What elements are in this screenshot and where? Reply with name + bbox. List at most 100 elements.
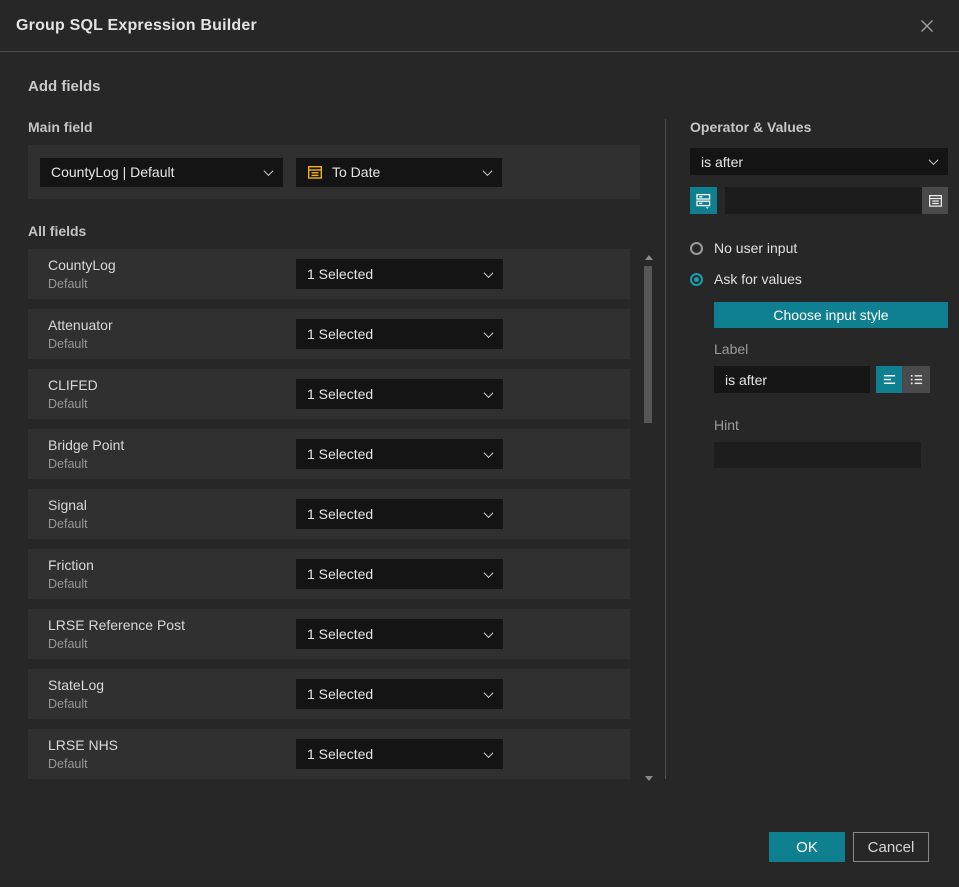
dialog-titlebar: Group SQL Expression Builder [0,0,959,52]
ask-for-values-option[interactable]: Ask for values [690,271,948,287]
operator-select-value: is after [701,153,744,170]
field-row[interactable]: CountyLog Default 1 Selected [28,249,630,299]
chevron-down-icon [483,327,494,338]
main-field-panel: CountyLog | Default To Date [28,145,640,199]
radio-unselected-icon[interactable] [690,241,703,255]
hint-heading: Hint [714,417,739,433]
field-selection-select[interactable]: 1 Selected [296,499,503,529]
ok-button[interactable]: OK [769,832,845,862]
multiple-values-style-button[interactable] [902,366,930,393]
no-user-input-label: No user input [714,240,798,256]
date-picker-button[interactable] [922,187,948,214]
operator-values-panel: Operator & Values is after No user input… [665,119,948,779]
field-subtitle: Default [48,517,88,531]
dialog-body: Add fields Main field CountyLog | Defaul… [0,52,959,781]
field-subtitle: Default [48,697,88,711]
stacked-values-button[interactable] [690,187,717,214]
field-row-text: Signal Default [48,497,88,531]
field-selection-select[interactable]: 1 Selected [296,619,503,649]
field-selection-value: 1 Selected [307,506,374,522]
hint-input[interactable] [714,442,921,468]
scrollbar-up-arrow-icon[interactable] [645,255,653,260]
value-input-row [690,187,948,214]
field-name: Friction [48,557,94,573]
main-field-select-value: CountyLog | Default [51,164,175,180]
field-selection-value: 1 Selected [307,386,374,402]
field-row[interactable]: LRSE Reference Post Default 1 Selected [28,609,630,659]
field-subtitle: Default [48,757,88,771]
scrollbar-thumb[interactable] [644,266,652,423]
field-row[interactable]: LRSE NHS Default 1 Selected [28,729,630,779]
no-user-input-option[interactable]: No user input [690,240,948,256]
label-heading: Label [714,341,749,357]
label-input-row [714,366,948,393]
main-field-heading: Main field [28,119,93,135]
fields-column: Main field CountyLog | Default To Date A… [28,119,665,781]
calendar-icon [928,193,943,208]
dialog-footer: OK Cancel [769,832,929,862]
field-selection-select[interactable]: 1 Selected [296,259,503,289]
operator-select[interactable]: is after [690,148,948,175]
field-subtitle: Default [48,577,88,591]
align-left-icon [882,372,897,387]
field-subtitle: Default [48,637,88,651]
field-name: StateLog [48,677,105,693]
field-row[interactable]: CLIFED Default 1 Selected [28,369,630,419]
add-fields-heading: Add fields [28,78,101,95]
field-row[interactable]: Friction Default 1 Selected [28,549,630,599]
field-selection-select[interactable]: 1 Selected [296,319,503,349]
field-selection-value: 1 Selected [307,686,374,702]
field-row-text: Friction Default [48,557,94,591]
field-row-text: LRSE Reference Post Default [48,617,185,651]
close-button[interactable] [915,14,939,38]
field-name: CLIFED [48,377,98,393]
field-row[interactable]: Signal Default 1 Selected [28,489,630,539]
field-selection-value: 1 Selected [307,566,374,582]
field-subtitle: Default [48,277,88,291]
field-name: Attenuator [48,317,113,333]
field-selection-select[interactable]: 1 Selected [296,739,503,769]
radio-selected-icon[interactable] [690,272,703,286]
field-row[interactable]: Bridge Point Default 1 Selected [28,429,630,479]
field-row[interactable]: StateLog Default 1 Selected [28,669,630,719]
field-row-text: CountyLog Default [48,257,116,291]
scrollbar-down-arrow-icon[interactable] [645,776,653,781]
calendar-icon [307,164,323,180]
chevron-down-icon [928,155,939,166]
field-row-text: Attenuator Default [48,317,113,351]
main-date-select[interactable]: To Date [296,157,502,187]
field-selection-select[interactable]: 1 Selected [296,679,503,709]
operator-values-heading: Operator & Values [690,119,812,135]
main-field-select[interactable]: CountyLog | Default [40,157,283,187]
cancel-button[interactable]: Cancel [853,832,929,862]
field-selection-select[interactable]: 1 Selected [296,559,503,589]
chevron-down-icon [483,267,494,278]
field-row-text: Bridge Point Default [48,437,124,471]
list-scrollbar[interactable] [641,253,657,783]
chevron-down-icon [483,507,494,518]
field-selection-value: 1 Selected [307,446,374,462]
bulleted-list-icon [909,372,924,387]
field-row[interactable]: Attenuator Default 1 Selected [28,309,630,359]
choose-input-style-button[interactable]: Choose input style [714,302,948,328]
value-input[interactable] [725,187,922,214]
field-subtitle: Default [48,457,88,471]
chevron-down-icon [483,447,494,458]
field-row-text: LRSE NHS Default [48,737,118,771]
field-subtitle: Default [48,397,88,411]
chevron-down-icon [263,165,274,176]
field-selection-value: 1 Selected [307,746,374,762]
field-name: LRSE NHS [48,737,119,753]
field-selection-value: 1 Selected [307,326,374,342]
stacked-values-icon [695,192,712,209]
field-row-text: CLIFED Default [48,377,98,411]
chevron-down-icon [482,165,493,176]
field-selection-select[interactable]: 1 Selected [296,439,503,469]
close-icon [917,16,937,36]
field-selection-select[interactable]: 1 Selected [296,379,503,409]
single-value-style-button[interactable] [876,366,902,393]
ask-for-values-details: Choose input style Label is after Hint [714,302,948,468]
label-input[interactable] [714,366,870,393]
chevron-down-icon [483,687,494,698]
field-selection-value: 1 Selected [307,266,374,282]
